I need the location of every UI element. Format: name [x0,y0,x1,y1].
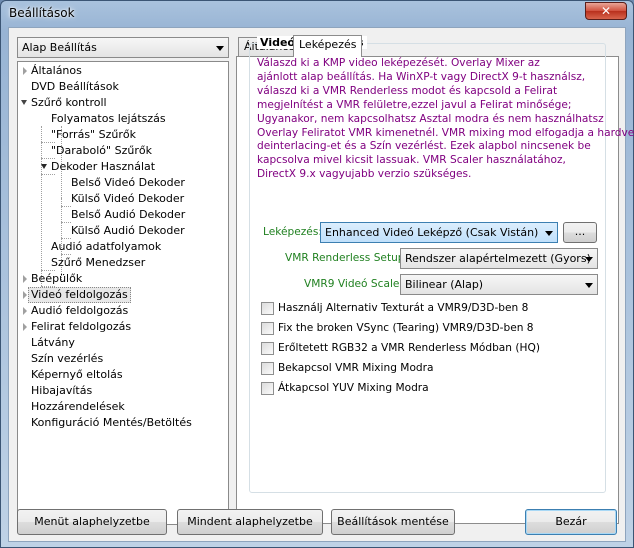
chevron-down-icon [216,46,224,51]
tree-item-external-audio-decoder[interactable]: Külső Audió Dekoder [69,223,187,239]
renderer-select[interactable]: Enhanced Videó Leképző (Csak Vistán) [320,222,558,243]
vmr9-scaler-label: VMR9 Videó Scaler: [304,278,408,290]
reset-all-button[interactable]: Mindent alaphelyzetbe [177,509,323,535]
settings-tree[interactable]: Általános DVD Beállítások Szűrő kontroll… [17,61,229,525]
vmr9-scaler-select[interactable]: Bilinear (Alap) [400,274,598,295]
tree-item-internal-audio-decoder[interactable]: Belső Audió Dekoder [69,207,187,223]
tree-item-associations[interactable]: Hozzárendelések [29,399,127,415]
title-bar[interactable]: Beállítások ✕ [1,1,633,27]
tree-item-filter-control[interactable]: Szűrő kontroll [29,95,109,111]
tree-line [41,126,42,294]
window-close-button[interactable]: ✕ [585,2,627,20]
checkbox-label: Használj Alternativ Texturát a VMR9/D3D-… [278,302,529,314]
checkbox-box[interactable] [261,322,274,335]
tree-item-config-save-load[interactable]: Konfiguráció Mentés/Betöltés [29,415,194,431]
renderer-label: Leképezés: [263,226,322,238]
description-line: kapcsolva mivel kicsit lassuak. VMR Scal… [257,154,566,167]
rendering-description: Válaszd ki a KMP video leképezését. Over… [257,57,634,182]
tree-item-error-correction[interactable]: Hibajavítás [29,383,94,399]
tree-item-screen-offset[interactable]: Képernyő eltolás [29,367,125,383]
checkbox-label: Átkapcsol YUV Mixing Modra [278,382,429,394]
tree-item-visuals[interactable]: Látvány [29,335,77,351]
chevron-down-icon [545,231,553,236]
save-settings-button[interactable]: Beállítások mentése [331,509,455,535]
tree-item-dvd[interactable]: DVD Beállítások [29,79,121,95]
tree-item-continuous-play[interactable]: Folyamatos lejátszás [49,111,168,127]
checkbox-box[interactable] [261,302,274,315]
vmr-setup-label: VMR Renderless Setup: [285,252,409,264]
tree-item-altalanos[interactable]: Általános [29,63,84,79]
chevron-down-icon [585,257,593,262]
tree-item-plugins[interactable]: Beépülők [29,271,84,287]
description-line: DirectX 9.x vagyujabb verzio szükséges. [257,168,472,181]
description-line: Ugyanakor, nem kapcsolhatsz Asztal modra… [257,112,604,125]
checkbox-label: Bekapcsol VMR Mixing Modra [278,362,434,374]
checkbox-box[interactable] [261,382,274,395]
tree-item-color-control[interactable]: Szín vezérlés [29,351,105,367]
close-button[interactable]: Bezár [525,509,617,535]
vmr9-scaler-value: Bilinear (Alap) [405,278,484,291]
tab-rendering[interactable]: Leképezés [293,35,363,57]
tree-item-subtitle-processing[interactable]: Felirat feldolgozás [29,319,133,335]
reset-menu-button[interactable]: Menüt alaphelyzetbe [17,509,167,535]
tree-collapse-icon[interactable] [21,95,29,111]
tree-item-audio-processing[interactable]: Audió feldolgozás [29,303,130,319]
renderer-select-value: Enhanced Videó Leképző (Csak Vistán) [325,226,539,239]
settings-window: Beállítások ✕ Alap Beállítás Általános D… [0,0,634,548]
checkbox-label: Fix the broken VSync (Tearing) VMR9/D3D-… [278,322,534,334]
chevron-down-icon [585,283,593,288]
tree-collapse-icon[interactable] [41,159,49,175]
description-line: ajánlott alap beállítás. Ha WinXP-t vagy… [257,70,586,83]
tree-item-source-filters[interactable]: "Forrás" Szűrők [49,127,138,143]
tree-item-audio-streams[interactable]: Audió adatfolyamok [49,239,163,255]
description-line: Overlay Feliratot VMR kimenetnél. VMR mi… [257,126,634,139]
description-line: válaszd ki a VMR Renderless modot és kap… [257,84,558,97]
vmr-setup-select[interactable]: Rendszer alapértelmezett (Gyors) [400,248,598,269]
preset-select[interactable]: Alap Beállítás [17,37,229,58]
checkbox-box[interactable] [261,342,274,355]
tree-item-external-video-decoder[interactable]: Külső Videó Dekoder [69,191,186,207]
checkbox-label: Erőltetett RGB32 a VMR Renderless Módban… [278,342,540,354]
preset-select-value: Alap Beállítás [22,41,97,54]
description-line: deinterlacing-et és a Szín vezérlést. Ez… [257,140,591,153]
tree-item-filter-manager[interactable]: Szűrő Menedzser [49,255,147,271]
window-title: Beállítások [9,6,75,20]
description-line: Válaszd ki a KMP video leképezését. Over… [257,57,540,69]
tree-item-decoder-usage[interactable]: Dekoder Használat [49,159,157,175]
renderer-options-button[interactable]: ... [563,222,597,243]
tree-item-video-processing[interactable]: Videó feldolgozás [28,287,131,303]
description-line: megjelnítést a VMR felületre,ezzel javul… [257,98,572,111]
tree-item-internal-video-decoder[interactable]: Belső Videó Dekoder [69,175,187,191]
vmr-setup-value: Rendszer alapértelmezett (Gyors) [405,252,591,265]
tree-item-splitter-filters[interactable]: "Daraboló" Szűrők [49,143,154,159]
checkbox-box[interactable] [261,362,274,375]
